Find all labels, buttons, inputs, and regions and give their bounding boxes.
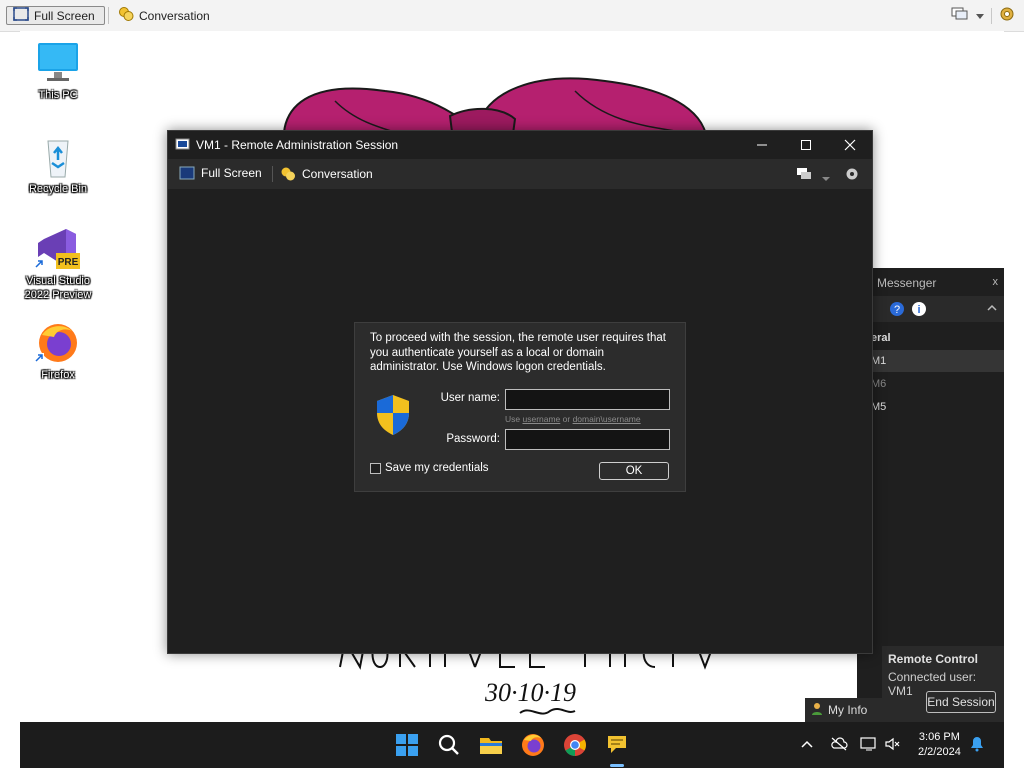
notification-bell-icon[interactable] [970,736,984,755]
svg-text:i: i [917,304,920,316]
maximize-button[interactable] [784,131,828,159]
checkbox-box[interactable] [370,462,381,474]
info-icon[interactable]: i [911,301,927,320]
dropdown-icon[interactable] [822,171,830,185]
network-offline-icon[interactable] [830,736,848,755]
maximize-icon [801,140,811,150]
authentication-dialog: To proceed with the session, the remote … [354,322,686,492]
session-app-icon [175,137,191,156]
my-info-button[interactable]: My Info [805,698,882,722]
recycle-bin-icon [34,135,82,179]
close-button[interactable] [828,131,872,159]
my-info-label: My Info [828,703,868,717]
svg-text:30·10·19: 30·10·19 [484,678,576,707]
hint-text: or [560,414,573,424]
auth-message: To proceed with the session, the remote … [370,332,666,373]
ok-button[interactable]: OK [599,462,669,480]
minimize-icon [757,144,767,146]
svg-text:PRE: PRE [58,257,79,268]
conversation-icon [118,6,134,25]
username-hint: Use username or domain\username [505,414,641,424]
messenger-app-icon[interactable] [604,732,630,758]
monitor-icon [34,41,82,85]
save-credentials-checkbox[interactable]: Save my credentials [370,462,489,474]
messenger-group-label: eral [871,332,891,344]
search-icon[interactable] [436,732,462,758]
windows-start-icon[interactable] [394,732,420,758]
end-session-button[interactable]: End Session [926,691,996,713]
taskbar: 3:06 PM 2/2/2024 [20,722,1004,768]
active-app-indicator [610,764,624,767]
conversation-icon [281,167,295,181]
messenger-item[interactable]: M6 [871,378,886,390]
help-icon[interactable]: ? [889,301,905,320]
messenger-item[interactable]: M5 [871,401,886,413]
dropdown-icon[interactable] [975,9,985,23]
session-toolbar: Full Screen Conversation [168,159,872,189]
hint-text: Use [505,414,523,424]
monitor-icon[interactable] [951,6,969,25]
host-toolbar-right [951,6,1016,25]
firefox-icon[interactable] [520,732,546,758]
toolbar-divider [991,7,992,24]
toolbar-divider [272,166,273,182]
password-input[interactable] [505,429,670,450]
host-toolbar: Full Screen Conversation [0,0,1024,32]
host-conversation-label: Conversation [139,8,210,23]
fullscreen-icon [179,166,195,180]
fullscreen-icon [13,7,29,24]
firefox-icon [34,321,82,365]
messenger-toolbar: ? i [857,296,1004,322]
save-credentials-label: Save my credentials [385,462,489,474]
messenger-title: Messenger [877,276,937,290]
password-label: Password: [446,433,500,445]
clock-time: 3:06 PM [918,731,960,743]
remote-control-popup: Remote Control Connected user: VM1 End S… [882,646,1004,722]
clock-date: 2/2/2024 [918,746,961,758]
chevron-up-icon[interactable] [800,738,814,753]
file-explorer-icon[interactable] [478,732,504,758]
settings-icon[interactable] [998,5,1016,26]
desktop-icon-this-pc[interactable]: This PC [20,41,96,102]
desktop-icon-visual-studio[interactable]: PRE Visual Studio 2022 Preview [20,227,96,302]
shield-icon [373,393,413,440]
collapse-icon[interactable] [986,302,998,316]
username-label: User name: [440,392,500,404]
session-conversation-label: Conversation [302,167,373,181]
host-conversation-button[interactable]: Conversation [112,6,216,25]
host-fullscreen-button[interactable]: Full Screen [6,6,105,25]
display-icon[interactable] [860,736,878,755]
close-icon [844,139,856,151]
hint-domain-link[interactable]: domain\username [573,414,641,424]
volume-muted-icon[interactable] [884,736,900,755]
host-fullscreen-label: Full Screen [34,8,95,23]
monitor-icon[interactable] [796,167,812,184]
desktop-icon-recycle-bin[interactable]: Recycle Bin [20,135,96,196]
username-input[interactable] [505,389,670,410]
session-fullscreen-label: Full Screen [201,166,262,180]
minimize-button[interactable] [740,131,784,159]
session-title: VM1 - Remote Administration Session [196,138,399,152]
messenger-item[interactable]: M1 [871,355,886,367]
session-fullscreen-button[interactable]: Full Screen [179,166,262,180]
tray-clock[interactable]: 3:06 PM 2/2/2024 [918,730,961,760]
remote-control-title: Remote Control [888,652,978,666]
chrome-icon[interactable] [562,732,588,758]
toolbar-divider [108,7,109,24]
hint-username-link[interactable]: username [522,414,560,424]
messenger-close-button[interactable]: x [993,276,999,288]
session-conversation-button[interactable]: Conversation [280,166,373,182]
settings-icon[interactable] [844,166,860,185]
desktop-icon-firefox[interactable]: Firefox [20,321,96,382]
user-icon [811,702,823,719]
svg-text:?: ? [894,304,900,316]
session-titlebar[interactable]: VM1 - Remote Administration Session [168,131,872,159]
visual-studio-icon: PRE [34,227,82,271]
